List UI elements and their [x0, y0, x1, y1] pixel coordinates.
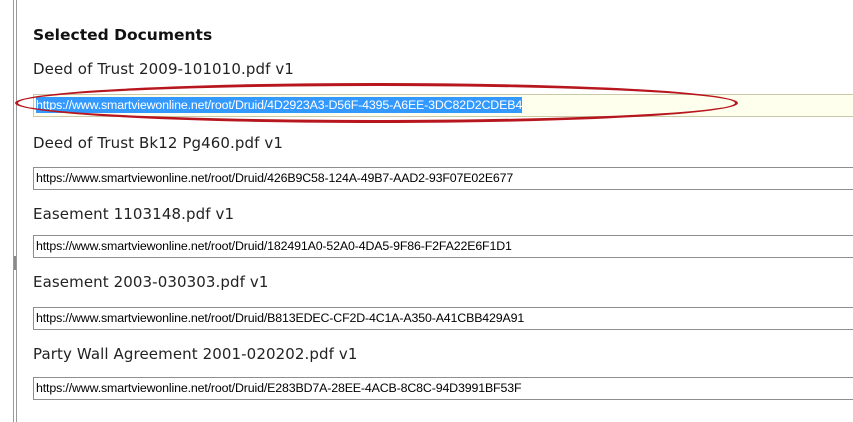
splitter-grip[interactable]	[14, 256, 16, 270]
document-name: Easement 1103148.pdf v1	[33, 205, 235, 223]
document-url-field[interactable]: https://www.smartviewonline.net/root/Dru…	[33, 167, 853, 190]
document-url-field[interactable]: https://www.smartviewonline.net/root/Dru…	[33, 307, 853, 330]
document-url-selected-text: https://www.smartviewonline.net/root/Dru…	[36, 97, 523, 113]
document-url-field[interactable]: https://www.smartviewonline.net/root/Dru…	[33, 94, 853, 117]
document-name: Easement 2003-030303.pdf v1	[33, 273, 269, 291]
selected-documents-panel: Selected Documents Deed of Trust 2009-10…	[0, 0, 853, 422]
document-name: Party Wall Agreement 2001-020202.pdf v1	[33, 345, 358, 363]
documents-list: Selected Documents Deed of Trust 2009-10…	[33, 0, 853, 422]
panel-left-border	[13, 0, 17, 422]
section-title: Selected Documents	[33, 26, 213, 44]
document-url-field[interactable]: https://www.smartviewonline.net/root/Dru…	[33, 377, 853, 400]
document-url-field[interactable]: https://www.smartviewonline.net/root/Dru…	[33, 235, 853, 258]
document-name: Deed of Trust 2009-101010.pdf v1	[33, 60, 294, 78]
document-name: Deed of Trust Bk12 Pg460.pdf v1	[33, 134, 284, 152]
